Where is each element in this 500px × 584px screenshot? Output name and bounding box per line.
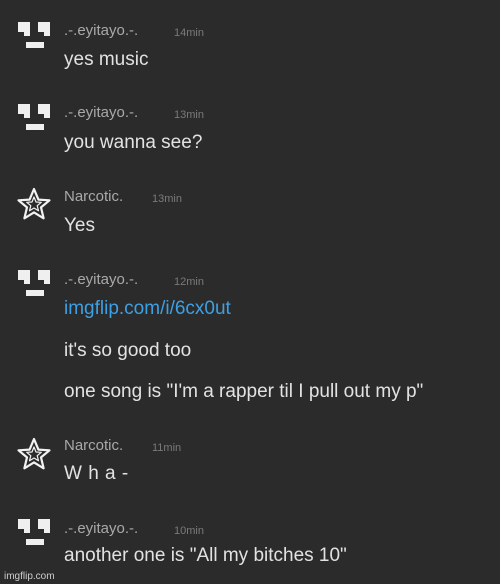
author-name[interactable]: Narcotic. (64, 188, 123, 205)
timestamp: 11min (152, 442, 182, 454)
timestamp: 13min (174, 109, 204, 121)
face-icon (18, 519, 50, 545)
timestamp: 10min (174, 525, 204, 537)
star-icon (17, 437, 51, 470)
imgflip-watermark: imgflip.com (4, 571, 55, 582)
author-name[interactable]: .-.eyitayo.-. (64, 104, 138, 121)
author-name[interactable]: .-.eyitayo.-. (64, 520, 138, 537)
face-icon (18, 22, 50, 48)
face-icon (18, 270, 50, 296)
timestamp: 13min (152, 193, 182, 205)
star-icon (17, 187, 51, 220)
message-link[interactable]: imgflip.com/i/6cx0ut (64, 298, 231, 320)
message-text: it's so good too (64, 340, 192, 361)
timestamp: 14min (174, 27, 204, 39)
message-text: yes music (64, 49, 149, 70)
author-name[interactable]: .-.eyitayo.-. (64, 22, 138, 39)
timestamp: 12min (174, 276, 204, 288)
message-text: you wanna see? (64, 132, 203, 153)
message-text: one song is "I'm a rapper til I pull out… (64, 381, 424, 402)
message-text: W h a - (64, 463, 129, 484)
message-text: another one is "All my bitches 10" (64, 545, 347, 566)
message-text: Yes (64, 215, 95, 236)
author-name[interactable]: Narcotic. (64, 437, 123, 454)
face-icon (18, 104, 50, 130)
author-name[interactable]: .-.eyitayo.-. (64, 271, 138, 288)
chat-feed: .-.eyitayo.-. 14min yes music .-.eyitayo… (0, 0, 500, 584)
